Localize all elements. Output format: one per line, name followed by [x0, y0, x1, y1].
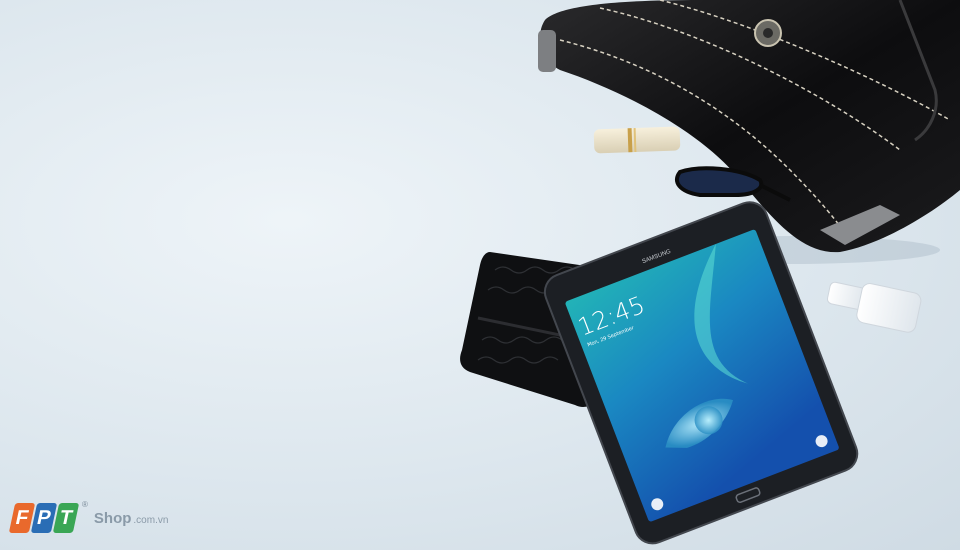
- fpt-shop-logo: F P T ® Shop .com.vn: [8, 496, 169, 540]
- brand-domain-text: .com.vn: [133, 514, 169, 526]
- nail-polish: [826, 281, 922, 333]
- fpt-logo-mark: F P T: [8, 503, 80, 533]
- logo-tile-t: T: [52, 503, 80, 533]
- product-scene: SAMSUNG 12:45 Mon, 29 September: [460, 0, 960, 545]
- brand-shop-text: Shop: [93, 509, 132, 527]
- registered-mark: ®: [82, 500, 88, 509]
- lipstick: [593, 126, 681, 154]
